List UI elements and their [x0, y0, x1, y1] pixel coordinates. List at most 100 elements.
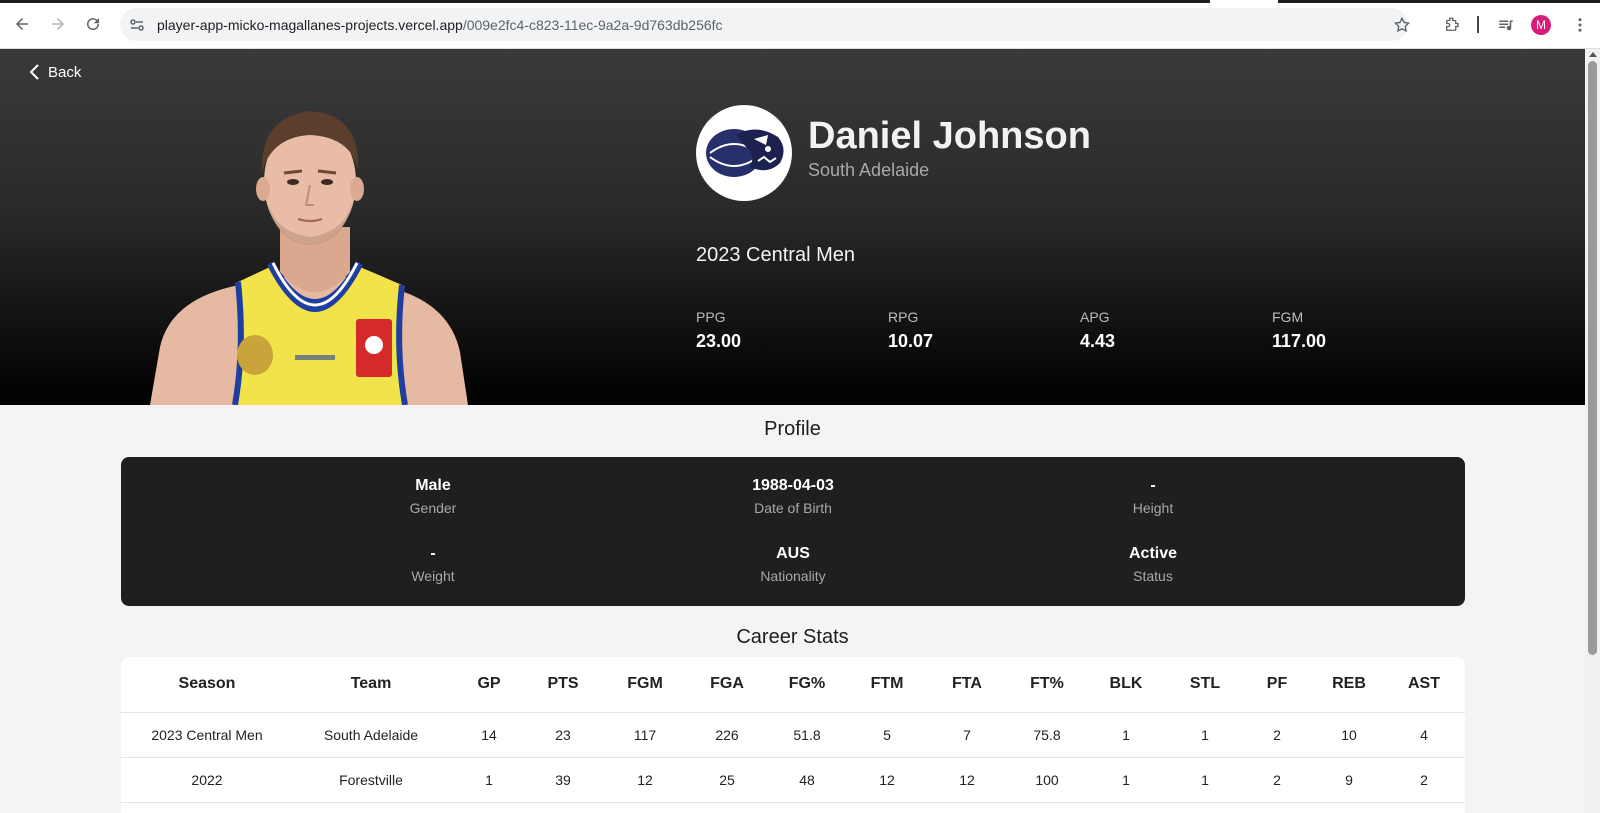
- table-cell: 75.8: [1013, 712, 1081, 758]
- column-header[interactable]: FTA: [921, 657, 1013, 713]
- profile-value: 1988-04-03: [752, 477, 834, 494]
- career-stats-heading: Career Stats: [736, 626, 849, 648]
- column-header[interactable]: FT%: [1013, 657, 1081, 713]
- column-header[interactable]: Season: [121, 657, 293, 713]
- profile-value: Active: [1128, 545, 1178, 562]
- profile-avatar[interactable]: M: [1531, 15, 1551, 35]
- table-cell: 2023 Central Men: [121, 712, 293, 758]
- profile-label: Weight: [411, 568, 455, 584]
- table-cell: 9: [1315, 757, 1383, 803]
- profile-heading: Profile: [764, 418, 821, 440]
- column-header[interactable]: FGM: [597, 657, 693, 713]
- table-cell: 51.8: [761, 712, 853, 758]
- table-cell: 226: [693, 712, 761, 758]
- back-arrow-icon[interactable]: [10, 12, 34, 36]
- stat-value: 10.07: [888, 331, 934, 351]
- forward-arrow-icon[interactable]: [46, 12, 70, 36]
- column-header[interactable]: FG%: [761, 657, 853, 713]
- stat-label: FGM: [1272, 309, 1304, 325]
- extensions-icon[interactable]: [1441, 14, 1463, 36]
- scroll-up-arrow-icon[interactable]: [1589, 52, 1597, 57]
- profile-value: -: [430, 545, 436, 562]
- table-cell: South Adelaide: [293, 712, 449, 758]
- table-cell: 2: [1383, 757, 1465, 803]
- table-cell: 117: [597, 712, 693, 758]
- profile-card: Male Gender 1988-04-03 Date of Birth - H…: [121, 457, 1465, 606]
- profile-value: AUS: [776, 545, 810, 562]
- column-header[interactable]: FTM: [853, 657, 921, 713]
- table-cell: 2022: [121, 757, 293, 803]
- profile-weight: - Weight: [283, 545, 583, 584]
- table-row: 2023 Central Men South Adelaide 14 23 11…: [121, 712, 1465, 758]
- column-header[interactable]: GP: [449, 657, 529, 713]
- player-hero: Back Daniel Johnson South Adelaide 2023 …: [0, 49, 1585, 405]
- table-cell: 1: [1081, 712, 1171, 758]
- url-host: player-app-micko-magallanes-projects.ver…: [157, 17, 463, 33]
- table-cell: 10: [1315, 712, 1383, 758]
- season-title: 2023 Central Men: [696, 244, 855, 266]
- bookmark-star-icon[interactable]: [1391, 14, 1413, 36]
- profile-label: Height: [1132, 500, 1174, 516]
- tab-strip: [0, 0, 1210, 3]
- tab-strip-right: [1278, 0, 1600, 3]
- reload-icon[interactable]: [81, 12, 105, 36]
- profile-height: - Height: [1003, 477, 1303, 516]
- table-header-row: Season Team GP PTS FGM FGA FG% FTM FTA F…: [121, 657, 1465, 713]
- table-cell: 23: [529, 712, 597, 758]
- kebab-menu-icon[interactable]: [1569, 14, 1591, 36]
- table-cell: 48: [761, 757, 853, 803]
- stat-fgm: FGM 117.00: [1272, 309, 1326, 352]
- column-header[interactable]: REB: [1315, 657, 1383, 713]
- table-cell: 1: [449, 757, 529, 803]
- column-header[interactable]: PTS: [529, 657, 597, 713]
- table-cell: 12: [921, 757, 1013, 803]
- table-cell: 39: [529, 757, 597, 803]
- stat-value: 23.00: [696, 331, 742, 351]
- table-cell: 2: [1239, 712, 1315, 758]
- table-cell: 12: [853, 757, 921, 803]
- table-cell: 5: [853, 712, 921, 758]
- column-header[interactable]: BLK: [1081, 657, 1171, 713]
- toolbar-divider: [1477, 16, 1479, 33]
- profile-label: Status: [1133, 568, 1173, 584]
- profile-status: Active Status: [1003, 545, 1303, 584]
- scroll-thumb[interactable]: [1588, 61, 1597, 655]
- profile-value: -: [1150, 477, 1156, 494]
- profile-dob: 1988-04-03 Date of Birth: [643, 477, 943, 516]
- column-header[interactable]: PF: [1239, 657, 1315, 713]
- table-cell: Forestville: [293, 757, 449, 803]
- profile-label: Gender: [409, 500, 457, 516]
- table-cell: 1: [1171, 712, 1239, 758]
- site-settings-icon[interactable]: [128, 16, 146, 34]
- table-row: 2022 Forestville 1 39 12 25 48 12 12 100…: [121, 757, 1465, 803]
- stat-label: PPG: [696, 309, 726, 325]
- player-name: Daniel Johnson: [808, 115, 1091, 157]
- url-text[interactable]: player-app-micko-magallanes-projects.ver…: [157, 16, 723, 34]
- player-team: South Adelaide: [808, 160, 930, 180]
- page-viewport: Back Daniel Johnson South Adelaide 2023 …: [0, 49, 1585, 813]
- column-header[interactable]: Team: [293, 657, 449, 713]
- profile-gender: Male Gender: [283, 477, 583, 516]
- table-cell: 7: [921, 712, 1013, 758]
- browser-toolbar: player-app-micko-magallanes-projects.ver…: [0, 0, 1600, 49]
- profile-label: Date of Birth: [754, 500, 832, 516]
- media-controls-icon[interactable]: [1495, 14, 1517, 36]
- profile-value: Male: [415, 477, 451, 494]
- column-header[interactable]: FGA: [693, 657, 761, 713]
- stat-value: 117.00: [1272, 331, 1327, 351]
- stat-value: 4.43: [1080, 331, 1116, 351]
- page-scrollbar[interactable]: [1585, 49, 1600, 813]
- stat-rpg: RPG 10.07: [888, 309, 933, 352]
- table-cell: 4: [1383, 712, 1465, 758]
- stat-label: APG: [1080, 309, 1110, 325]
- profile-nationality: AUS Nationality: [643, 545, 943, 584]
- table-cell: 1: [1171, 757, 1239, 803]
- column-header[interactable]: AST: [1383, 657, 1465, 713]
- table-cell: 2: [1239, 757, 1315, 803]
- player-photo: [150, 111, 468, 405]
- back-link[interactable]: Back: [28, 63, 81, 81]
- url-path: /009e2fc4-c823-11ec-9a2a-9d763db256fc: [462, 17, 723, 33]
- table-cell: 1: [1081, 757, 1171, 803]
- chevron-left-icon: [29, 64, 39, 80]
- column-header[interactable]: STL: [1171, 657, 1239, 713]
